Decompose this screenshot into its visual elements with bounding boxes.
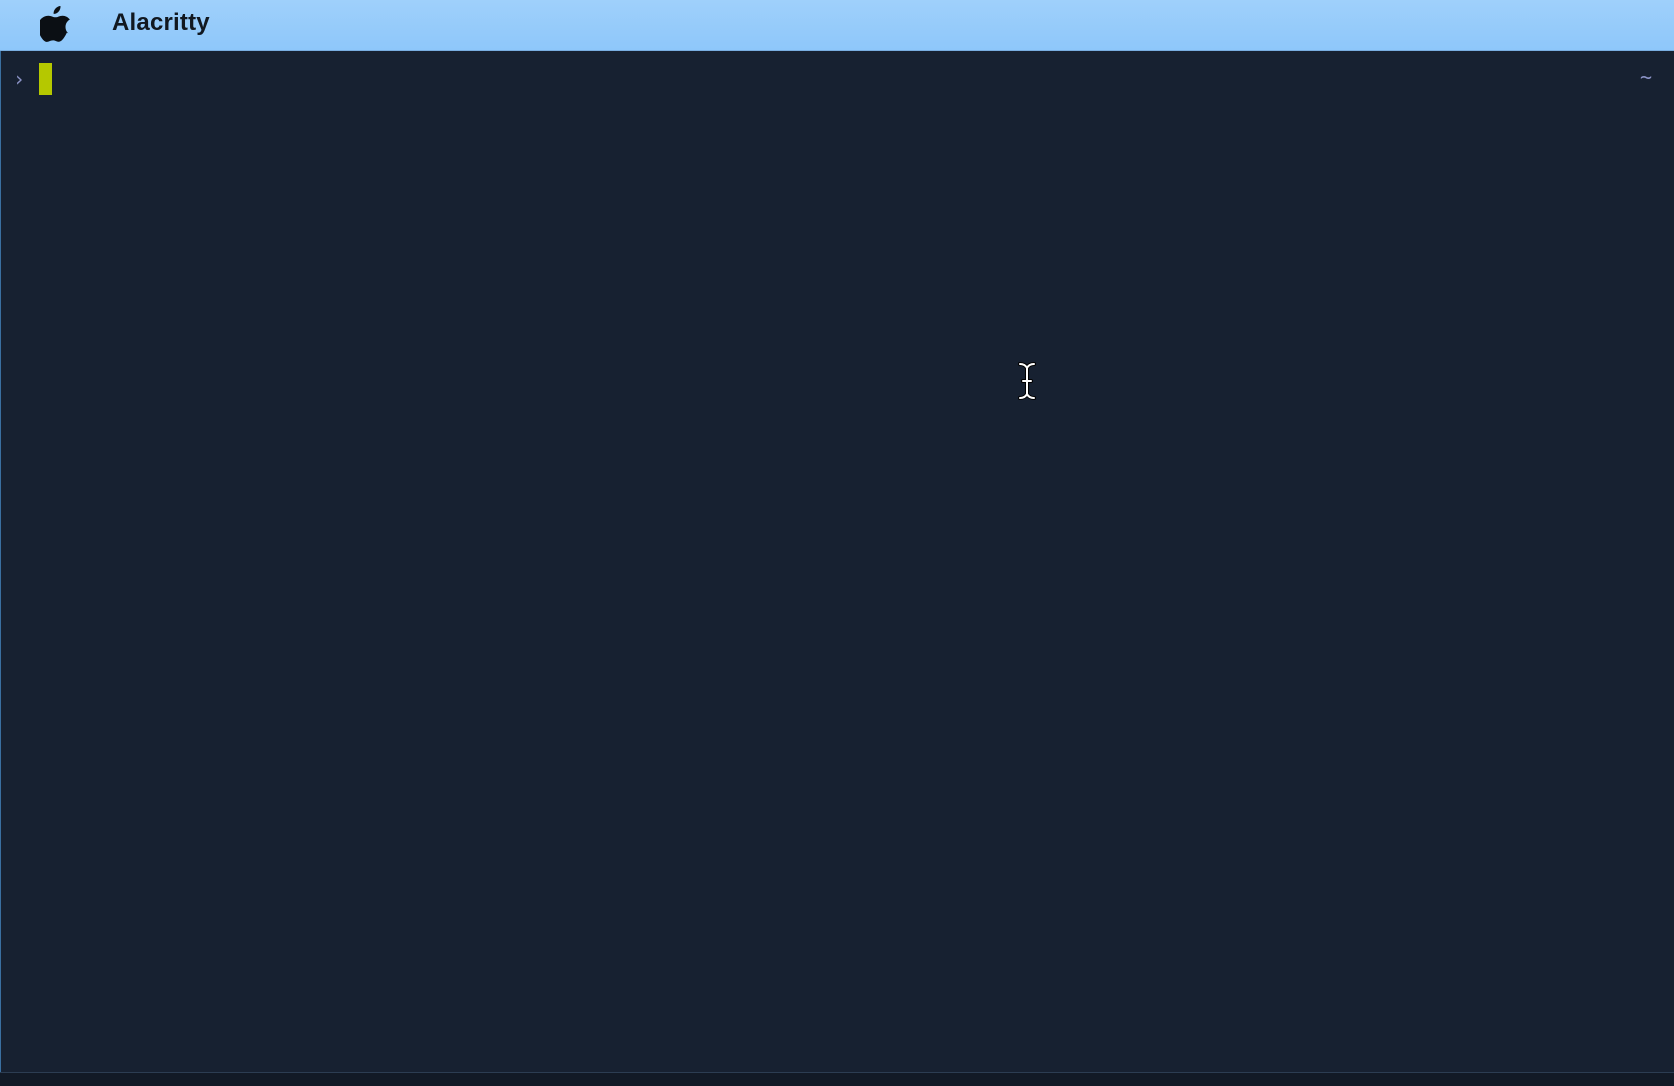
text-cursor xyxy=(39,63,52,95)
apple-icon[interactable] xyxy=(40,6,70,42)
right-prompt-directory: ~ xyxy=(1639,65,1652,89)
terminal-window[interactable]: › ~ xyxy=(0,51,1674,1072)
ibeam-cursor-icon xyxy=(1018,362,1036,400)
menu-bar: Alacritty xyxy=(0,0,1674,51)
prompt-line: › xyxy=(13,63,52,95)
window-bottom-edge xyxy=(0,1072,1674,1086)
prompt-symbol: › xyxy=(13,67,26,91)
app-title[interactable]: Alacritty xyxy=(112,9,210,37)
